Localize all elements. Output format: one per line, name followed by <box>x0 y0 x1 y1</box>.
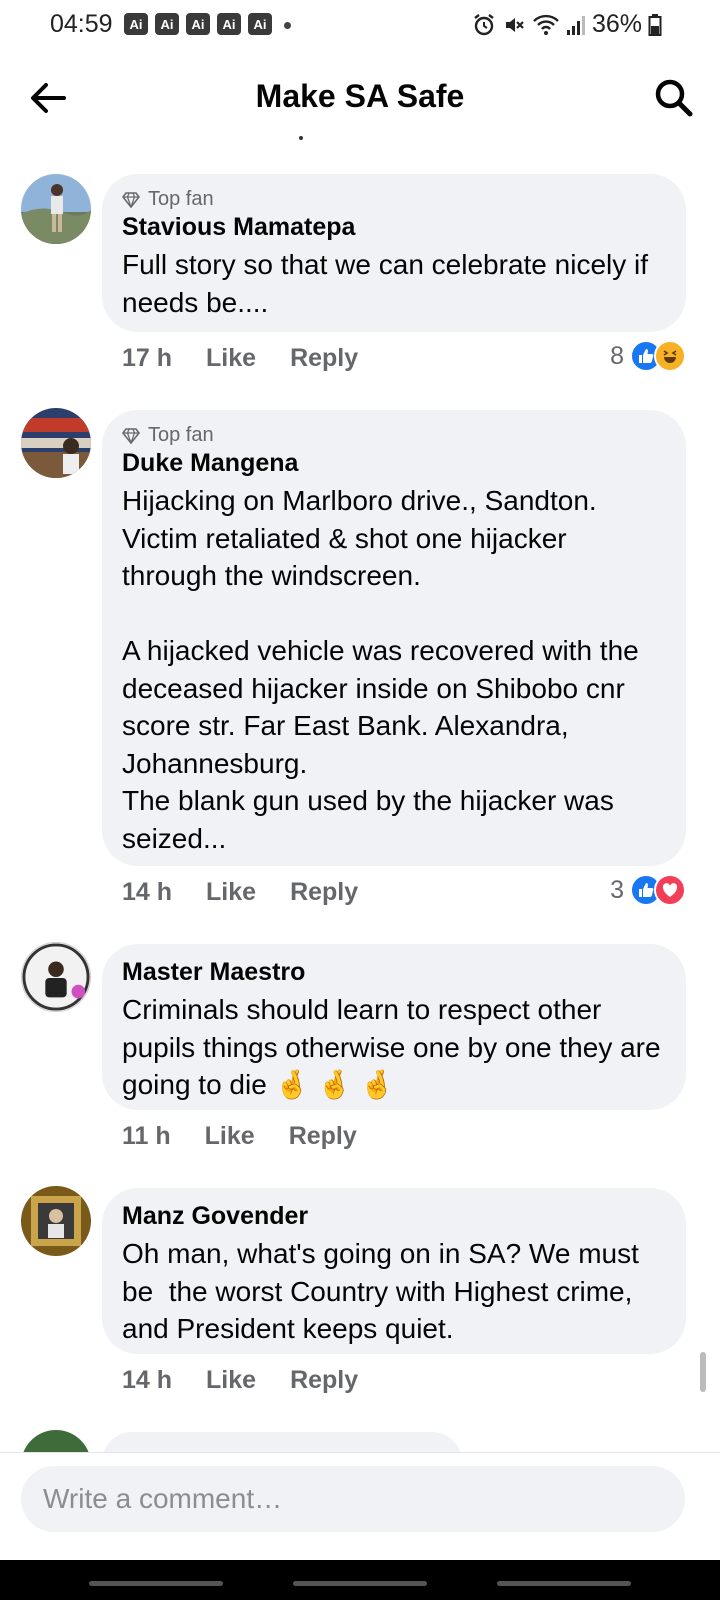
like-button[interactable]: Like <box>206 878 256 907</box>
comment-composer <box>0 1452 720 1561</box>
comment-input[interactable] <box>21 1466 685 1532</box>
battery-percent: 36% <box>591 10 642 38</box>
avatar[interactable] <box>21 408 91 478</box>
comment-time[interactable]: 17 h <box>122 344 172 373</box>
search-icon <box>655 79 693 117</box>
avatar[interactable] <box>21 174 91 244</box>
search-button[interactable] <box>652 76 696 120</box>
reply-button[interactable]: Reply <box>290 878 358 907</box>
recents-nav-button[interactable] <box>89 1581 223 1586</box>
comment-actions: 17 h Like Reply <box>122 344 358 373</box>
reaction-summary[interactable]: 8 <box>610 340 686 372</box>
avatar[interactable] <box>21 942 91 1012</box>
comment-text: Full story so that we can celebrate nice… <box>122 249 656 318</box>
reply-button[interactable]: Reply <box>290 344 358 373</box>
ai-badge: Ai <box>155 13 179 35</box>
reaction-summary[interactable]: 3 <box>610 874 686 906</box>
comment-bubble[interactable]: Manz Govender Oh man, what's going on in… <box>102 1188 686 1354</box>
battery-icon <box>648 13 662 36</box>
comment-text: Criminals should learn to respect other … <box>122 994 669 1100</box>
badge-label: Top fan <box>148 424 214 446</box>
diamond-icon <box>122 191 140 208</box>
ai-badge: Ai <box>124 13 148 35</box>
comment-time[interactable]: 11 h <box>122 1122 171 1151</box>
top-fan-badge: Top fan <box>122 188 666 211</box>
comment-text: Hijacking on Marlboro drive., Sandton. V… <box>122 485 639 854</box>
home-nav-button[interactable] <box>293 1581 427 1586</box>
comment-bubble[interactable]: Top fan Duke Mangena Hijacking on Marlbo… <box>102 410 686 866</box>
back-nav-button[interactable] <box>497 1581 631 1586</box>
page-title: Make SA Safe <box>255 78 465 114</box>
alarm-icon <box>474 13 494 35</box>
ai-badge: Ai <box>217 13 241 35</box>
like-button[interactable]: Like <box>206 344 256 373</box>
comment-author[interactable]: Duke Mangena <box>122 449 666 478</box>
comment-actions: 14 h Like Reply <box>122 1366 358 1395</box>
status-bar: 04:59 Ai Ai Ai Ai Ai 36% <box>0 0 720 52</box>
group-header: Make SA Safe <box>0 56 720 142</box>
reaction-count: 8 <box>610 341 624 370</box>
badge-label: Top fan <box>148 188 214 210</box>
status-time: 04:59 <box>50 10 113 38</box>
notification-dot <box>284 22 291 29</box>
comment-actions: 14 h Like Reply <box>122 878 358 907</box>
like-button[interactable]: Like <box>205 1122 255 1151</box>
comment-bubble[interactable]: Top fan Stavious Mamatepa Full story so … <box>102 174 686 332</box>
diamond-icon <box>122 427 140 444</box>
ai-badge: Ai <box>186 13 210 35</box>
signal-icon <box>566 15 585 35</box>
comment-time[interactable]: 14 h <box>122 878 172 907</box>
reply-button[interactable]: Reply <box>290 1366 358 1395</box>
love-reaction-icon <box>654 874 686 906</box>
ai-badge: Ai <box>248 13 272 35</box>
comment-author[interactable]: Stavious Mamatepa <box>122 213 666 242</box>
avatar[interactable] <box>21 1186 91 1256</box>
comment-text: Oh man, what's going on in SA? We must b… <box>122 1238 647 1344</box>
top-fan-badge: Top fan <box>122 424 666 447</box>
reaction-count: 3 <box>610 875 624 904</box>
comment-actions: 11 h Like Reply <box>122 1122 357 1151</box>
scrollbar[interactable] <box>700 1352 706 1392</box>
comment-time[interactable]: 14 h <box>122 1366 172 1395</box>
comment-author[interactable]: Master Maestro <box>122 958 666 987</box>
system-navigation-bar <box>0 1560 720 1600</box>
wifi-icon <box>533 14 559 35</box>
reply-button[interactable]: Reply <box>289 1122 357 1151</box>
comment-author[interactable]: Manz Govender <box>122 1202 666 1231</box>
notification-badges: Ai Ai Ai Ai Ai <box>124 13 272 35</box>
comment-bubble[interactable]: Master Maestro Criminals should learn to… <box>102 944 686 1110</box>
truncated-content <box>299 136 303 140</box>
haha-reaction-icon <box>654 340 686 372</box>
like-button[interactable]: Like <box>206 1366 256 1395</box>
status-icons: 36% <box>472 10 662 39</box>
mute-icon <box>505 17 524 32</box>
